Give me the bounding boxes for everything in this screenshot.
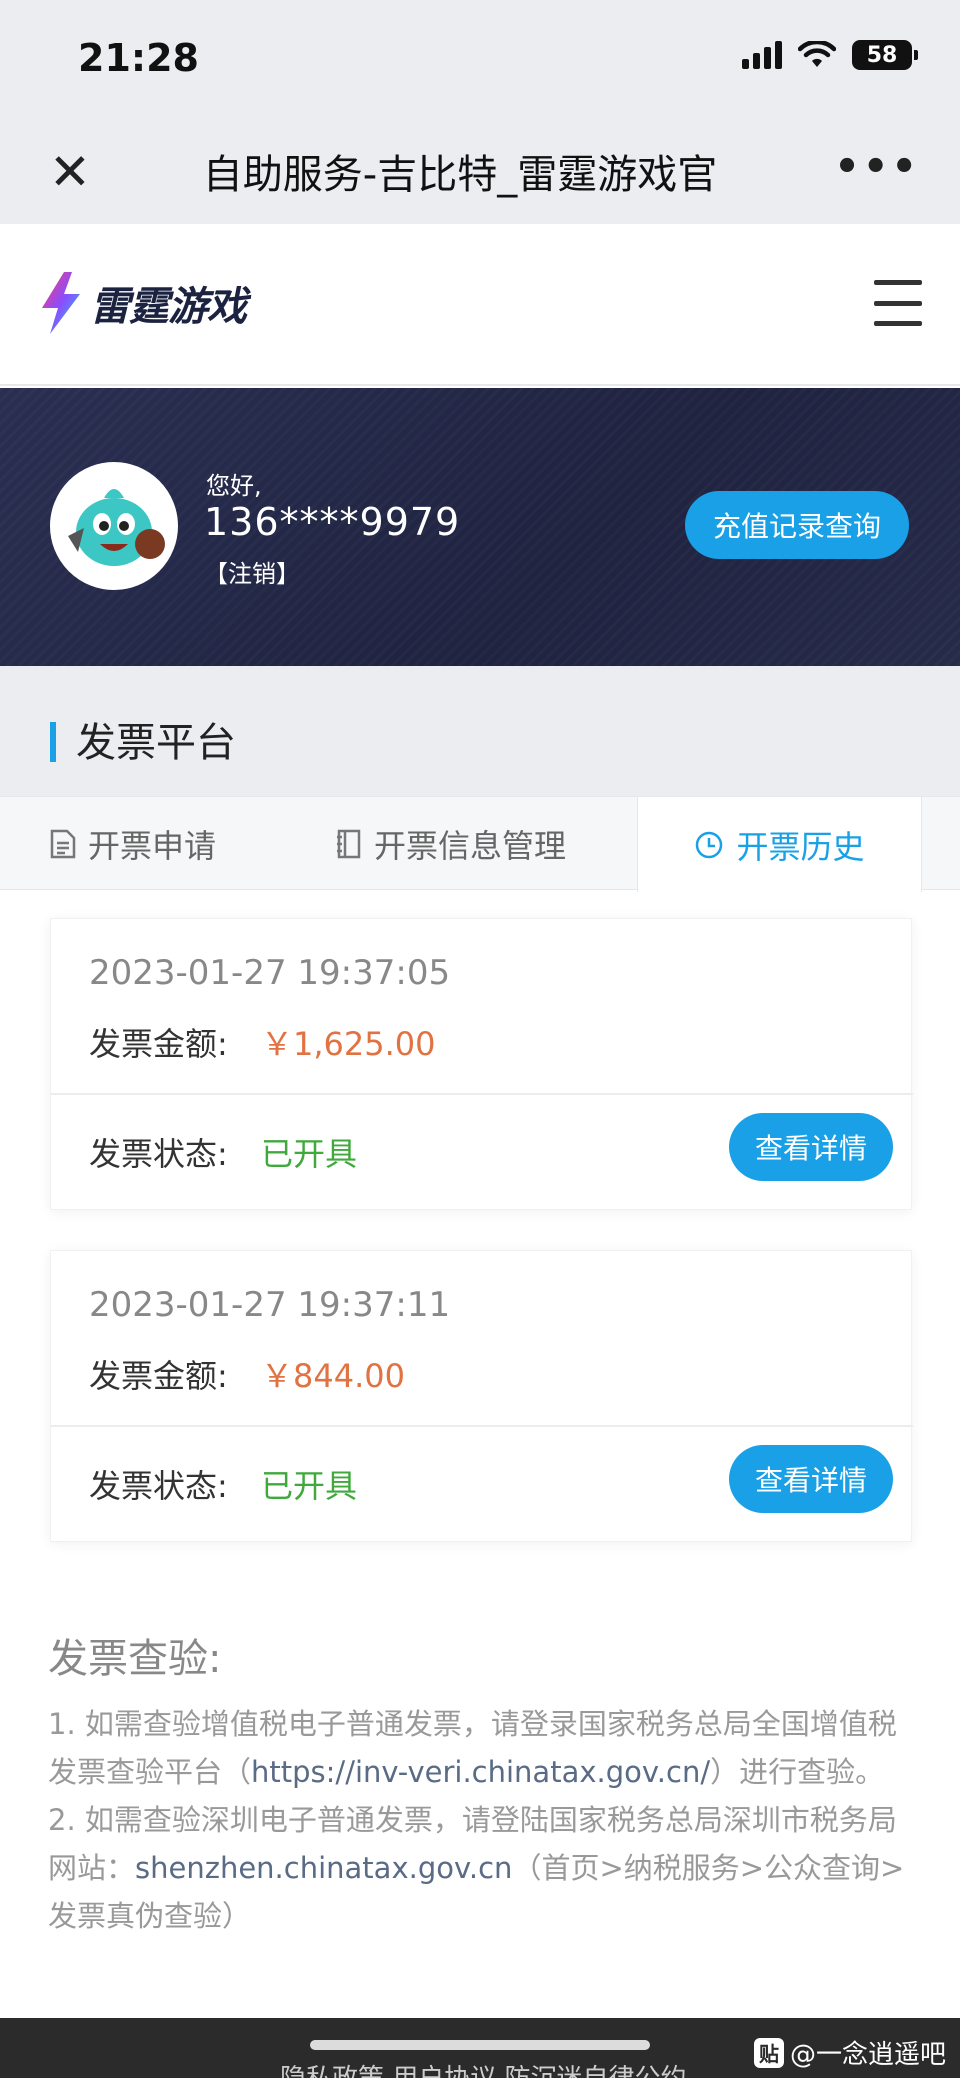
site-logo[interactable]: 雷霆游戏 <box>38 270 247 336</box>
invoice-status: 已开具 <box>261 1135 358 1173</box>
watermark: 贴 @一念逍遥吧 <box>753 2034 946 2071</box>
page-title: 自助服务-吉比特_雷霆游戏官 <box>202 152 718 198</box>
site-header: 雷霆游戏 <box>0 224 960 386</box>
invoice-status: 已开具 <box>261 1467 358 1505</box>
verify-platform-link[interactable]: https://inv-veri.chinatax.gov.cn/ <box>251 1755 710 1789</box>
view-details-button[interactable]: 查看详情 <box>729 1113 893 1181</box>
home-indicator[interactable] <box>310 2040 650 2050</box>
invoice-date: 2023-01-27 19:37:11 <box>89 1285 451 1325</box>
footer-links[interactable]: 隐私政策 用户协议 防沉迷自律公约 <box>280 2058 687 2078</box>
section-title: 发票平台 <box>76 720 236 766</box>
hamburger-icon[interactable] <box>874 280 922 326</box>
invoice-amount: ￥844.00 <box>261 1357 405 1395</box>
clock-icon <box>696 831 723 858</box>
browser-nav-bar: ✕ 自助服务-吉比特_雷霆游戏官 ••• <box>0 120 960 224</box>
tieba-icon: 贴 <box>753 2037 784 2068</box>
invoice-card: 2023-01-27 19:37:05 发票金额: ￥1,625.00 发票状态… <box>50 918 913 1210</box>
status-label: 发票状态: <box>89 1135 228 1173</box>
wifi-icon <box>798 41 836 67</box>
view-details-button[interactable]: 查看详情 <box>729 1445 893 1513</box>
tab-invoice-apply[interactable]: 开票申请 <box>50 797 216 891</box>
battery-icon: 58 <box>852 40 918 70</box>
close-icon[interactable]: ✕ <box>44 146 96 198</box>
divider <box>51 1093 913 1095</box>
divider <box>51 1425 913 1427</box>
verify-instructions: 1. 如需查验增值税电子普通发票，请登录国家税务总局全国增值税发票查验平台（ht… <box>48 1700 918 1940</box>
amount-label: 发票金额: <box>89 1025 228 1063</box>
tab-label: 开票历史 <box>736 827 865 866</box>
notebook-icon <box>337 829 361 859</box>
tab-invoice-history[interactable]: 开票历史 <box>637 797 922 892</box>
watermark-text: @一念逍遥吧 <box>789 2040 946 2070</box>
invoice-date: 2023-01-27 19:37:05 <box>89 953 451 993</box>
invoice-card: 2023-01-27 19:37:11 发票金额: ￥844.00 发票状态: … <box>50 1250 913 1542</box>
greeting-text: 您好, <box>206 472 262 500</box>
section-header: 发票平台 <box>0 666 960 796</box>
signal-icon <box>742 41 782 69</box>
section-accent-bar <box>50 722 56 762</box>
document-icon <box>50 829 76 859</box>
verify-line1-suffix: ）进行查验。 <box>710 1755 885 1789</box>
tab-label: 开票信息管理 <box>374 827 567 865</box>
tab-invoice-info[interactable]: 开票信息管理 <box>336 797 566 891</box>
tab-label: 开票申请 <box>88 827 217 865</box>
status-bar: 21:28 58 <box>0 0 960 120</box>
status-time: 21:28 <box>78 36 199 80</box>
lightning-logo-icon <box>42 272 80 334</box>
more-icon[interactable]: ••• <box>834 144 920 190</box>
status-icons: 58 <box>742 40 918 70</box>
shenzhen-tax-link[interactable]: shenzhen.chinatax.gov.cn <box>135 1851 512 1885</box>
invoice-amount: ￥1,625.00 <box>261 1025 436 1063</box>
recharge-history-button[interactable]: 充值记录查询 <box>685 491 909 559</box>
user-banner: 您好, 136****9979 【注销】 充值记录查询 <box>0 388 960 666</box>
avatar <box>50 462 178 590</box>
user-phone: 136****9979 <box>204 500 461 544</box>
verify-title: 发票查验: <box>48 1636 222 1682</box>
logo-text: 雷霆游戏 <box>90 284 247 330</box>
status-label: 发票状态: <box>89 1467 228 1505</box>
logout-link[interactable]: 【注销】 <box>204 554 300 589</box>
invoice-tabs: 开票申请 开票信息管理 开票历史 <box>0 796 960 892</box>
amount-label: 发票金额: <box>89 1357 228 1395</box>
